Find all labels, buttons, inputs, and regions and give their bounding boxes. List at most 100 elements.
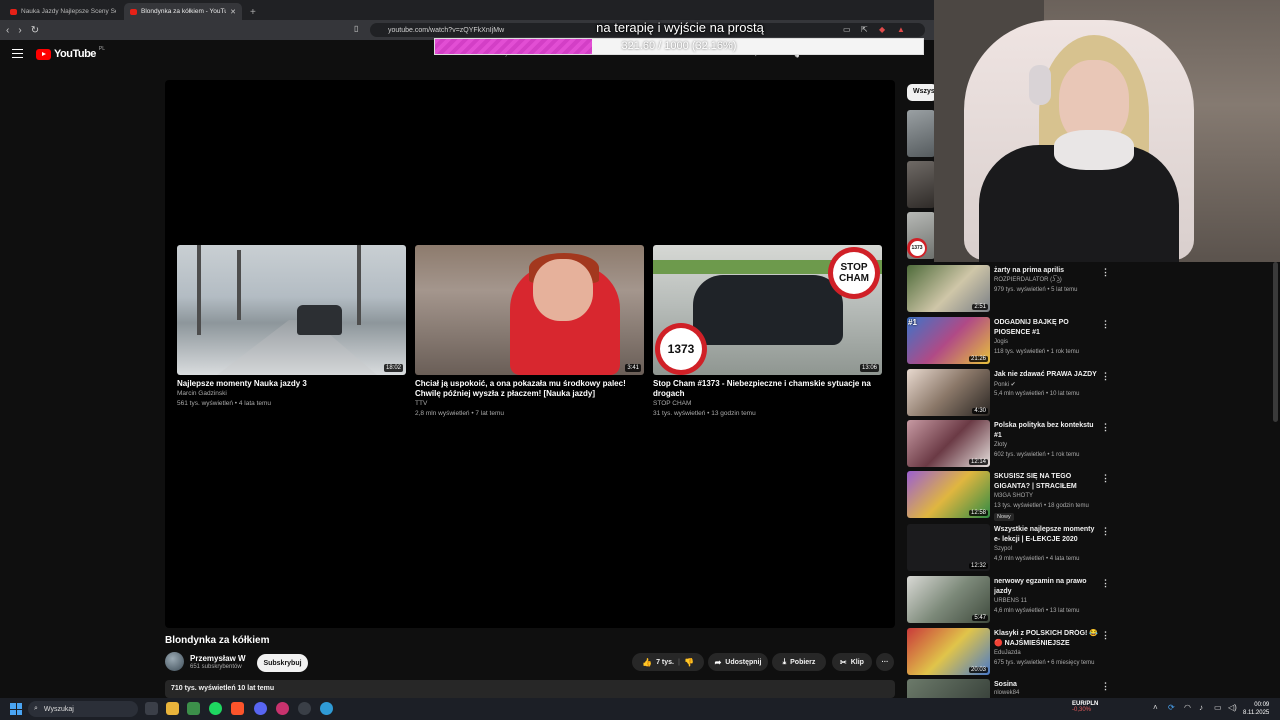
- like-count[interactable]: 7 tys.: [656, 659, 674, 666]
- browser-tab-active[interactable]: Blondynka za kółkiem - YouTube ✕: [124, 3, 242, 20]
- screen-cast-icon[interactable]: ▭: [843, 25, 851, 34]
- endscreen-thumbnail[interactable]: 18:02: [177, 245, 406, 375]
- related-thumbnail[interactable]: [907, 679, 990, 698]
- brave-rewards-icon[interactable]: ▲: [897, 25, 905, 34]
- filter-chip-all[interactable]: Wszys: [907, 84, 937, 101]
- file-explorer-icon[interactable]: [166, 702, 179, 715]
- endscreen-title[interactable]: Stop Cham #1373 - Niebezpieczne i chamsk…: [653, 379, 883, 399]
- more-options-icon[interactable]: ⋮: [1101, 526, 1110, 537]
- related-title[interactable]: Jak nie zdawać PRAWA JAZDY: [994, 370, 1099, 380]
- endscreen-channel[interactable]: TTV: [415, 399, 645, 409]
- video-player[interactable]: 18:02 Najlepsze momenty Nauka jazdy 3 Ma…: [165, 80, 895, 628]
- more-options-icon[interactable]: ⋮: [1101, 319, 1110, 330]
- close-tab-icon[interactable]: ✕: [230, 8, 236, 16]
- related-video[interactable]: 5:47 nerwowy egzamin na prawo jazdy URBE…: [907, 576, 1122, 624]
- browser-app-icon[interactable]: [320, 702, 333, 715]
- volume-icon[interactable]: ◁): [1228, 703, 1237, 712]
- opera-icon[interactable]: [276, 702, 289, 715]
- more-options-icon[interactable]: ⋮: [1101, 422, 1110, 433]
- related-video[interactable]: 4:30 Jak nie zdawać PRAWA JAZDY Ponki ✔ …: [907, 369, 1122, 417]
- endscreen-title[interactable]: Najlepsze momenty Nauka jazdy 3: [177, 379, 407, 389]
- currency-widget[interactable]: EUR/PLN -0,30%: [1072, 701, 1098, 713]
- related-channel[interactable]: EduJazda: [994, 650, 1021, 656]
- tray-chevron-icon[interactable]: ˄: [1153, 703, 1158, 712]
- related-title[interactable]: nerwowy egzamin na prawo jazdy: [994, 577, 1099, 596]
- clip-button[interactable]: ✂ Klip: [832, 653, 872, 671]
- more-options-icon[interactable]: ⋮: [1101, 267, 1110, 278]
- spotify-icon[interactable]: [209, 702, 222, 715]
- download-button[interactable]: ⤓ Pobierz: [772, 653, 826, 671]
- related-thumbnail[interactable]: #1 21:26: [907, 317, 990, 364]
- more-actions-button[interactable]: ···: [876, 653, 894, 671]
- related-video[interactable]: Sosina nlowek84 ⋮: [907, 679, 1122, 698]
- endscreen-video[interactable]: 18:02 Najlepsze momenty Nauka jazdy 3 Ma…: [177, 245, 407, 409]
- endscreen-channel[interactable]: Marcin Gadzinski: [177, 389, 407, 399]
- thumbs-down-icon[interactable]: 👎: [684, 658, 694, 667]
- more-options-icon[interactable]: ⋮: [1101, 473, 1110, 484]
- channel-avatar[interactable]: [165, 652, 184, 671]
- related-title[interactable]: Sosina: [994, 680, 1099, 690]
- related-thumbnail-partial[interactable]: [907, 110, 935, 157]
- brave-icon[interactable]: [231, 702, 244, 715]
- related-video[interactable]: 12:32 Wszystkie najlepsze momenty e- lek…: [907, 524, 1122, 572]
- related-thumbnail-partial[interactable]: [907, 161, 935, 208]
- bookmark-icon[interactable]: ▯: [354, 24, 358, 33]
- endscreen-channel[interactable]: STOP CHAM: [653, 399, 883, 409]
- related-thumbnail-partial[interactable]: 1373: [907, 212, 935, 259]
- related-video[interactable]: 20:03 Klasyki z POLSKICH DRÓG! 😂 🔴 NAJŚM…: [907, 628, 1122, 676]
- related-title[interactable]: Wszystkie najlepsze momenty e- lekcji | …: [994, 525, 1099, 544]
- endscreen-title[interactable]: Chciał ją uspokoić, a ona pokazała mu śr…: [415, 379, 645, 399]
- hamburger-menu-icon[interactable]: [12, 49, 23, 58]
- related-channel[interactable]: Szypol: [994, 546, 1012, 552]
- related-title[interactable]: Polska polityka bez kontekstu #1: [994, 421, 1099, 440]
- related-channel[interactable]: Ponki ✔: [994, 381, 1016, 388]
- youtube-logo[interactable]: YouTube PL: [36, 46, 105, 60]
- related-title[interactable]: SKUSISZ SIĘ NA TEGO GIGANTA? | STRACIŁEM…: [994, 472, 1099, 491]
- windows-start-icon[interactable]: [10, 703, 22, 715]
- obs-icon[interactable]: [298, 702, 311, 715]
- new-tab-button[interactable]: +: [244, 7, 262, 20]
- related-video[interactable]: 12:58 SKUSISZ SIĘ NA TEGO GIGANTA? | STR…: [907, 471, 1122, 521]
- share-button[interactable]: ➦ Udostępnij: [708, 653, 768, 671]
- display-icon[interactable]: ▭: [1214, 703, 1222, 712]
- related-video[interactable]: #1 21:26 ODGADNIJ BAJKĘ PO PIOSENCE #1 J…: [907, 317, 1122, 365]
- related-thumbnail[interactable]: 12:32: [907, 524, 990, 571]
- microphone-tray-icon[interactable]: ♪: [1199, 703, 1203, 712]
- related-thumbnail[interactable]: 12:14: [907, 420, 990, 467]
- forward-icon[interactable]: ›: [18, 25, 21, 36]
- endscreen-video[interactable]: 3:41 Chciał ją uspokoić, a ona pokazała …: [415, 245, 645, 419]
- discord-icon[interactable]: [254, 702, 267, 715]
- related-video[interactable]: 2:51 żarty na prima aprilis ROZPIERDALAT…: [907, 265, 1122, 313]
- related-title[interactable]: Klasyki z POLSKICH DRÓG! 😂 🔴 NAJŚMIEŚNIE…: [994, 629, 1099, 648]
- related-thumbnail[interactable]: 2:51: [907, 265, 990, 312]
- browser-tab[interactable]: Nauka Jazdy Najlepsze Sceny Sezon...: [4, 3, 122, 20]
- more-options-icon[interactable]: ⋮: [1101, 371, 1110, 382]
- related-channel[interactable]: M3GA SHOTY: [994, 493, 1033, 499]
- endscreen-thumbnail[interactable]: STOP CHAM 1373 13:06: [653, 245, 882, 375]
- related-channel[interactable]: Złoty: [994, 442, 1007, 448]
- related-channel[interactable]: ROZPIERDALATOR (ʖ͡ ͜ʖ): [994, 277, 1062, 283]
- related-thumbnail[interactable]: 5:47: [907, 576, 990, 623]
- endscreen-thumbnail[interactable]: 3:41: [415, 245, 644, 375]
- brave-shield-icon[interactable]: ◆: [879, 25, 885, 34]
- back-icon[interactable]: ‹: [6, 25, 9, 36]
- task-view-icon[interactable]: [145, 702, 158, 715]
- sync-icon[interactable]: ⟳: [1168, 703, 1175, 712]
- more-options-icon[interactable]: ⋮: [1101, 578, 1110, 589]
- related-title[interactable]: ODGADNIJ BAJKĘ PO PIOSENCE #1: [994, 318, 1099, 337]
- endscreen-video[interactable]: STOP CHAM 1373 13:06 Stop Cham #1373 - N…: [653, 245, 883, 419]
- related-channel[interactable]: URBENS 11: [994, 598, 1027, 604]
- thumbs-up-icon[interactable]: 👍: [642, 658, 652, 667]
- reload-icon[interactable]: ↻: [31, 25, 39, 36]
- description-box[interactable]: 710 tys. wyświetleń 10 lat temu: [165, 680, 895, 698]
- related-channel[interactable]: Jogis: [994, 339, 1008, 345]
- related-channel[interactable]: nlowek84: [994, 690, 1019, 696]
- system-clock[interactable]: 00:09 8.11.2025: [1243, 701, 1269, 717]
- related-thumbnail[interactable]: 4:30: [907, 369, 990, 416]
- related-thumbnail[interactable]: 20:03: [907, 628, 990, 675]
- share-icon[interactable]: ⇱: [861, 25, 868, 34]
- related-thumbnail[interactable]: 12:58: [907, 471, 990, 518]
- taskbar-search[interactable]: ⌕ Wyszukaj: [28, 701, 138, 717]
- page-scrollbar[interactable]: [1273, 262, 1278, 422]
- subscribe-button[interactable]: Subskrybuj: [257, 654, 308, 672]
